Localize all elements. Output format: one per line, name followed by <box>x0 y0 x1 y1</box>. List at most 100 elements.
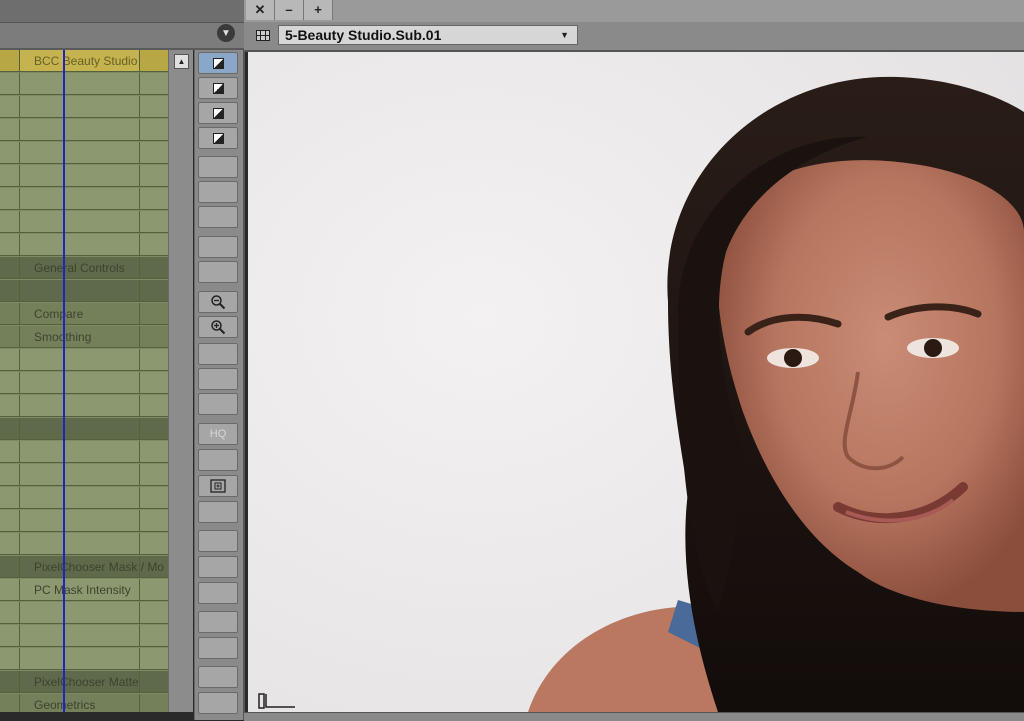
track-cell[interactable] <box>20 533 140 554</box>
track-cell[interactable] <box>0 257 20 278</box>
effect-parameter-timeline[interactable]: BCC Beauty Studio General Controls Compare… <box>0 50 168 712</box>
track-cell[interactable] <box>20 372 140 393</box>
parameter-track-row[interactable]: BCC Beauty Studio <box>0 50 168 72</box>
track-cell[interactable] <box>20 487 140 508</box>
zoom-in-button[interactable] <box>198 316 238 338</box>
tool-button-14[interactable] <box>198 393 238 415</box>
track-cell[interactable] <box>140 602 168 623</box>
tool-button-13[interactable] <box>198 368 238 390</box>
track-cell[interactable] <box>140 418 168 439</box>
record-monitor-viewer[interactable] <box>248 52 1024 712</box>
track-cell[interactable] <box>20 510 140 531</box>
track-cell[interactable] <box>0 188 20 209</box>
track-cell[interactable] <box>20 142 140 163</box>
track-cell[interactable] <box>20 73 140 94</box>
track-cell[interactable] <box>140 694 168 712</box>
track-cell[interactable] <box>0 165 20 186</box>
parameter-track-row[interactable]: PixelChooser Mask / Mo <box>0 556 168 578</box>
tool-button-6[interactable] <box>198 181 238 203</box>
parameter-track-row[interactable] <box>0 96 168 118</box>
panel-menu-button[interactable]: ▼ <box>217 24 235 42</box>
track-cell[interactable] <box>20 188 140 209</box>
track-cell[interactable] <box>140 257 168 278</box>
timeline-scrollbar[interactable]: ▲ <box>168 50 193 712</box>
parameter-track-row[interactable] <box>0 487 168 509</box>
parameter-track-row[interactable] <box>0 280 168 302</box>
tool-button-19[interactable] <box>198 530 238 552</box>
parameter-track-row[interactable] <box>0 441 168 463</box>
tool-button-21[interactable] <box>198 582 238 604</box>
scroll-up-arrow-icon[interactable]: ▲ <box>174 54 189 69</box>
track-cell[interactable] <box>20 464 140 485</box>
track-cell[interactable] <box>0 602 20 623</box>
track-cell[interactable] <box>20 280 140 301</box>
parameter-track-row[interactable] <box>0 234 168 256</box>
tool-button-9[interactable] <box>198 261 238 283</box>
track-cell[interactable] <box>0 119 20 140</box>
tool-button-24[interactable] <box>198 666 238 688</box>
parameter-track-row[interactable] <box>0 119 168 141</box>
track-cell[interactable] <box>20 418 140 439</box>
track-cell[interactable] <box>140 303 168 324</box>
track-cell[interactable] <box>20 441 140 462</box>
track-cell[interactable] <box>140 211 168 232</box>
track-cell[interactable] <box>140 280 168 301</box>
track-cell[interactable] <box>140 73 168 94</box>
track-cell[interactable] <box>20 119 140 140</box>
track-cell[interactable] <box>0 372 20 393</box>
track-cell[interactable] <box>20 648 140 669</box>
track-cell[interactable] <box>140 487 168 508</box>
track-cell[interactable] <box>140 579 168 600</box>
keyframe-tool-button-1[interactable] <box>198 52 238 74</box>
track-cell[interactable] <box>140 234 168 255</box>
tool-button-25[interactable] <box>198 692 238 714</box>
tool-button-20[interactable] <box>198 556 238 578</box>
track-cell[interactable] <box>0 625 20 646</box>
tool-button-8[interactable] <box>198 236 238 258</box>
track-cell[interactable] <box>140 165 168 186</box>
parameter-track-row[interactable] <box>0 625 168 647</box>
track-cell[interactable] <box>20 602 140 623</box>
track-cell[interactable] <box>140 648 168 669</box>
parameter-track-row[interactable]: Geometrics <box>0 694 168 712</box>
track-cell[interactable] <box>0 395 20 416</box>
parameter-track-row[interactable] <box>0 464 168 486</box>
parameter-track-row[interactable] <box>0 349 168 371</box>
track-cell[interactable] <box>0 556 20 577</box>
track-cell[interactable] <box>140 326 168 347</box>
track-cell[interactable] <box>0 50 20 71</box>
parameter-track-row[interactable] <box>0 510 168 532</box>
keyframe-tool-button-2[interactable] <box>198 77 238 99</box>
track-cell[interactable] <box>140 188 168 209</box>
track-cell[interactable] <box>140 533 168 554</box>
tool-button-22[interactable] <box>198 611 238 633</box>
track-cell[interactable] <box>0 349 20 370</box>
tool-button-12[interactable] <box>198 343 238 365</box>
track-cell[interactable] <box>0 96 20 117</box>
track-cell[interactable] <box>0 326 20 347</box>
safe-area-button[interactable] <box>198 475 238 497</box>
parameter-track-row[interactable] <box>0 142 168 164</box>
track-cell[interactable] <box>0 441 20 462</box>
parameter-track-row[interactable]: Smoothing <box>0 326 168 348</box>
track-cell[interactable] <box>0 671 20 692</box>
hq-toggle-button[interactable]: HQ <box>198 423 238 445</box>
track-cell[interactable] <box>0 418 20 439</box>
track-cell[interactable] <box>140 510 168 531</box>
parameter-track-row[interactable] <box>0 73 168 95</box>
track-cell[interactable] <box>20 96 140 117</box>
track-cell[interactable] <box>0 533 20 554</box>
track-cell[interactable] <box>0 211 20 232</box>
track-cell[interactable] <box>0 234 20 255</box>
track-cell[interactable] <box>20 234 140 255</box>
playhead-indicator[interactable] <box>63 50 65 712</box>
track-cell[interactable] <box>0 694 20 712</box>
track-cell[interactable] <box>0 142 20 163</box>
track-cell[interactable] <box>0 73 20 94</box>
track-cell[interactable] <box>140 50 168 71</box>
clip-name-select[interactable]: 5-Beauty Studio.Sub.01 ▼ <box>278 25 578 45</box>
parameter-track-row[interactable] <box>0 188 168 210</box>
parameter-track-row[interactable] <box>0 648 168 670</box>
track-cell[interactable] <box>140 96 168 117</box>
track-cell[interactable] <box>140 671 168 692</box>
